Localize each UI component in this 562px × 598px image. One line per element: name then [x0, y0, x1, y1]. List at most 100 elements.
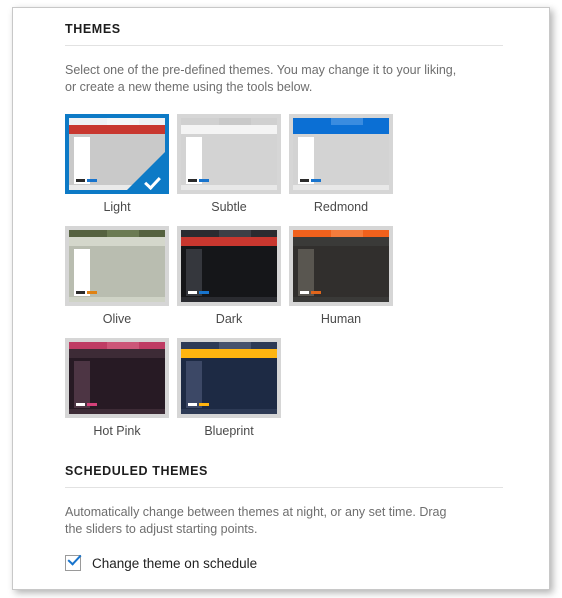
preview-tab: [107, 342, 140, 349]
theme-grid: Light Subtle Redmond Olive Dark Human Hot Pink…: [65, 114, 505, 450]
preview-tab: [219, 342, 252, 349]
preview-tab-secondary: [139, 118, 165, 125]
preview-footer: [181, 297, 277, 302]
preview-footer: [69, 409, 165, 414]
preview-marker-1: [300, 291, 309, 294]
preview-accent-bar: [69, 349, 165, 358]
preview-footer: [293, 185, 389, 190]
preview-tab-secondary: [139, 230, 165, 237]
preview-accent-bar: [293, 237, 389, 246]
scheduled-section-description: Automatically change between themes at n…: [65, 505, 447, 536]
theme-option-label: Dark: [215, 312, 243, 326]
preview-marker-1: [188, 291, 197, 294]
preview-marker-2: [311, 179, 321, 182]
preview-accent-bar: [69, 237, 165, 246]
preview-footer: [181, 185, 277, 190]
theme-option-hot-pink[interactable]: Hot Pink: [65, 338, 177, 438]
preview-footer: [69, 297, 165, 302]
theme-thumbnail[interactable]: [177, 226, 281, 306]
preview-sidebar: [298, 249, 314, 296]
theme-option-label: Hot Pink: [93, 424, 141, 438]
theme-preview: [289, 114, 393, 194]
preview-sidebar: [186, 249, 202, 296]
preview-marker-1: [188, 179, 197, 182]
change-theme-on-schedule-checkbox[interactable]: [65, 551, 82, 571]
preview-tab-secondary: [363, 118, 389, 125]
theme-option-olive[interactable]: Olive: [65, 226, 177, 326]
themes-section-title: THEMES: [65, 22, 121, 36]
preview-footer: [181, 409, 277, 414]
theme-option-redmond[interactable]: Redmond: [289, 114, 401, 214]
theme-preview: [177, 338, 281, 418]
theme-option-label: Subtle: [211, 200, 247, 214]
theme-preview: [289, 226, 393, 306]
preview-marker-2: [311, 291, 321, 294]
theme-thumbnail[interactable]: [65, 114, 169, 194]
preview-marker-1: [76, 179, 85, 182]
theme-preview: [177, 114, 281, 194]
preview-tab-secondary: [363, 230, 389, 237]
preview-sidebar: [186, 361, 202, 408]
theme-thumbnail[interactable]: [177, 338, 281, 418]
theme-thumbnail[interactable]: [289, 114, 393, 194]
themes-settings-panel: THEMES Select one of the pre-defined the…: [12, 7, 550, 590]
preview-tab: [219, 118, 252, 125]
preview-marker-1: [188, 403, 197, 406]
preview-tab: [331, 230, 364, 237]
preview-footer: [293, 297, 389, 302]
theme-thumbnail[interactable]: [289, 226, 393, 306]
change-theme-on-schedule-label: Change theme on schedule: [92, 555, 258, 571]
preview-sidebar: [74, 249, 90, 296]
theme-option-dark[interactable]: Dark: [177, 226, 289, 326]
preview-sidebar: [298, 137, 314, 184]
preview-tab-secondary: [251, 230, 277, 237]
preview-accent-bar: [181, 237, 277, 246]
themes-section-divider: [65, 45, 503, 46]
preview-tab: [107, 118, 140, 125]
checkmark-icon: [67, 551, 82, 566]
preview-accent-bar: [181, 125, 277, 134]
settings-window: THEMES Select one of the pre-defined the…: [0, 0, 562, 598]
preview-marker-2: [199, 291, 209, 294]
scheduled-section-divider: [65, 487, 503, 488]
preview-tab: [219, 230, 252, 237]
theme-option-blueprint[interactable]: Blueprint: [177, 338, 289, 438]
preview-accent-bar: [69, 125, 165, 134]
preview-marker-2: [199, 403, 209, 406]
theme-option-subtle[interactable]: Subtle: [177, 114, 289, 214]
preview-sidebar: [74, 137, 90, 184]
theme-thumbnail[interactable]: [177, 114, 281, 194]
preview-tab: [107, 230, 140, 237]
preview-sidebar: [186, 137, 202, 184]
preview-tab-secondary: [251, 118, 277, 125]
preview-marker-2: [199, 179, 209, 182]
themes-section-description: Select one of the pre-defined themes. Yo…: [65, 63, 457, 94]
theme-preview: [65, 226, 169, 306]
theme-option-label: Human: [320, 312, 362, 326]
preview-accent-bar: [293, 125, 389, 134]
preview-marker-1: [76, 403, 85, 406]
preview-tab-secondary: [139, 342, 165, 349]
preview-marker-2: [87, 403, 97, 406]
preview-marker-2: [87, 291, 97, 294]
theme-preview: [65, 114, 169, 194]
theme-thumbnail[interactable]: [65, 338, 169, 418]
theme-thumbnail[interactable]: [65, 226, 169, 306]
scheduled-section-title: SCHEDULED THEMES: [65, 464, 208, 478]
theme-option-label: Light: [103, 200, 131, 214]
theme-option-human[interactable]: Human: [289, 226, 401, 326]
theme-option-light[interactable]: Light: [65, 114, 177, 214]
theme-option-label: Blueprint: [204, 424, 254, 438]
preview-marker-1: [76, 291, 85, 294]
preview-sidebar: [74, 361, 90, 408]
preview-marker-2: [87, 179, 97, 182]
theme-preview: [65, 338, 169, 418]
preview-marker-1: [300, 179, 309, 182]
preview-accent-bar: [181, 349, 277, 358]
theme-preview: [177, 226, 281, 306]
theme-option-label: Olive: [102, 312, 132, 326]
change-theme-on-schedule-checkbox-row[interactable]: Change theme on schedule: [65, 551, 503, 571]
theme-option-label: Redmond: [313, 200, 369, 214]
preview-tab: [331, 118, 364, 125]
preview-tab-secondary: [251, 342, 277, 349]
